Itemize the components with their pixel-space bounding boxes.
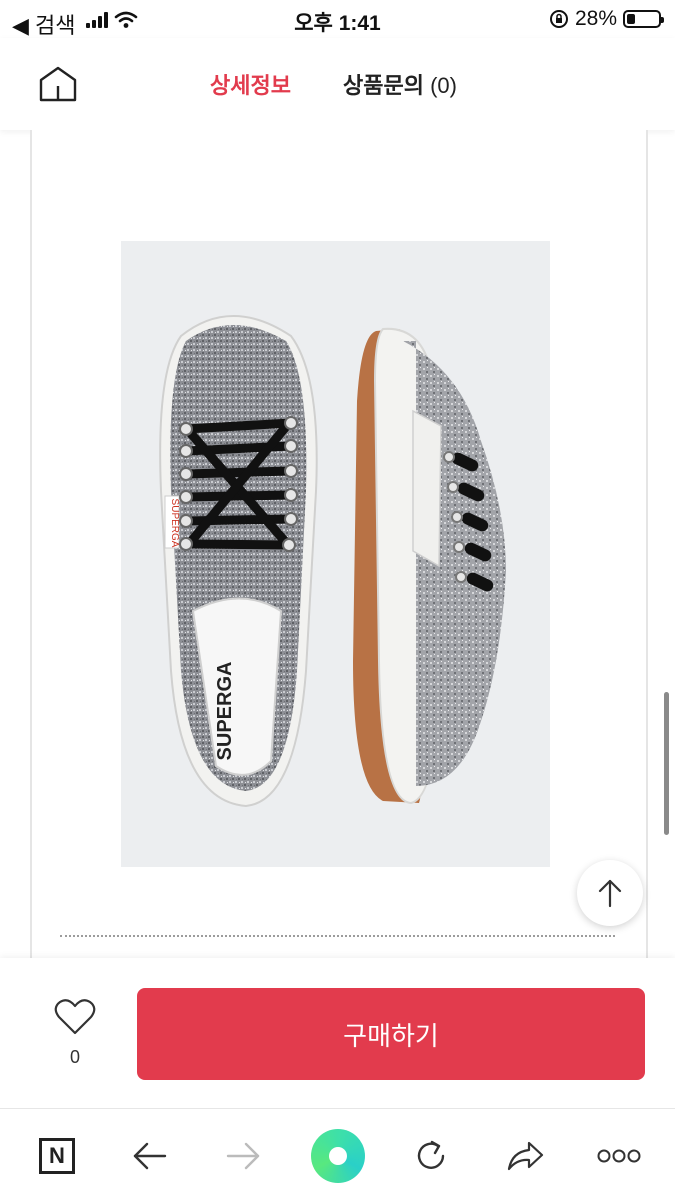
forward-button[interactable] — [218, 1131, 268, 1181]
tab-inquiry-label: 상품문의 — [343, 73, 424, 98]
more-icon — [597, 1149, 641, 1163]
scroll-to-top-button[interactable] — [577, 860, 643, 926]
buy-button[interactable]: 구매하기 — [137, 988, 645, 1080]
battery-icon — [623, 10, 664, 28]
share-icon — [507, 1141, 544, 1171]
purchase-bar: 0 구매하기 — [0, 958, 675, 1108]
naver-n-icon: N — [39, 1138, 75, 1174]
browser-toolbar: N — [0, 1108, 675, 1201]
page-header: 상세정보 상품문의 (0) — [0, 38, 675, 130]
signal-icon — [86, 12, 108, 28]
status-bar: ◀ 검색 오후 1:41 28% — [0, 0, 675, 38]
green-dot-button[interactable] — [311, 1129, 365, 1183]
arrow-left-icon — [133, 1142, 167, 1170]
sneakers-illustration: SUPERGA SUPERGA — [159, 315, 506, 808]
arrow-right-icon — [226, 1142, 260, 1170]
more-button[interactable] — [594, 1131, 644, 1181]
product-image: SUPERGA SUPERGA — [121, 241, 550, 867]
orientation-lock-icon — [549, 10, 568, 28]
status-icons: 28% — [549, 6, 664, 32]
arrow-up-icon — [598, 879, 622, 908]
refresh-button[interactable] — [406, 1131, 456, 1181]
wifi-icon — [114, 11, 138, 28]
section-divider — [60, 935, 615, 937]
like-button[interactable]: 0 — [50, 998, 100, 1068]
svg-text:SUPERGA: SUPERGA — [214, 662, 236, 761]
like-count: 0 — [69, 1047, 80, 1067]
share-button[interactable] — [500, 1131, 550, 1181]
heart-icon — [54, 999, 96, 1035]
tab-detail-info[interactable]: 상세정보 — [210, 68, 291, 100]
tab-product-inquiry[interactable]: 상품문의 (0) — [343, 68, 457, 100]
tab-inquiry-count: (0) — [430, 73, 457, 98]
scrollbar[interactable] — [664, 692, 669, 835]
home-icon[interactable] — [38, 64, 78, 104]
back-button[interactable] — [125, 1131, 175, 1181]
naver-home-button[interactable]: N — [32, 1131, 82, 1181]
battery-percent: 28% — [574, 7, 617, 30]
green-dot-icon — [311, 1129, 365, 1183]
left-shoe: SUPERGA SUPERGA — [159, 315, 318, 808]
right-shoe — [353, 327, 506, 805]
svg-text:SUPERGA: SUPERGA — [169, 499, 180, 548]
refresh-icon — [417, 1140, 445, 1169]
